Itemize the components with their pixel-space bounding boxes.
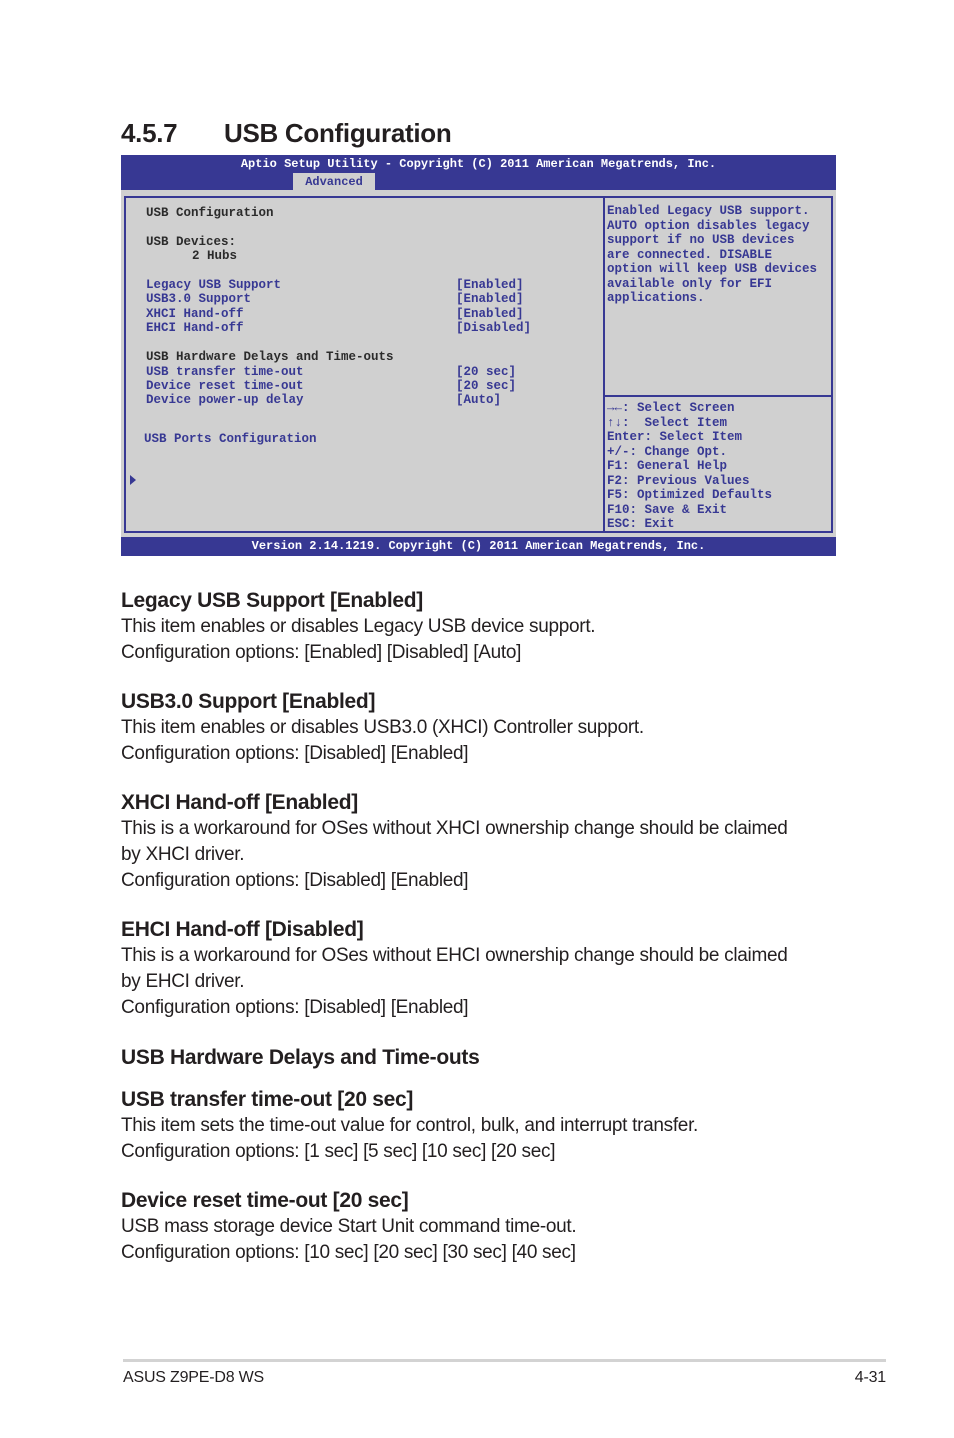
footer-page-number: 4-31 (854, 1369, 886, 1386)
doc-reset-timeout: Device reset time-out [20 sec] USB mass … (121, 1188, 841, 1266)
help-text: Enabled Legacy USB support. AUTO option … (607, 204, 831, 306)
doc-heading: EHCI Hand-off [Disabled] (121, 918, 364, 941)
footer-model: ASUS Z9PE-D8 WS (123, 1369, 265, 1386)
help-line: AUTO option disables legacy (607, 218, 810, 233)
doc-options: Configuration options: [Disabled] [Enabl… (121, 870, 469, 891)
setting-legacy-usb-support[interactable]: Legacy USB Support (146, 278, 281, 292)
doc-options: Configuration options: [Disabled] [Enabl… (121, 743, 469, 764)
help-line: Enabled Legacy USB support. (607, 204, 810, 218)
setting-usb-transfer-timeout[interactable]: USB transfer time-out (146, 365, 304, 379)
key-legend: →←: Select Screen ↑↓: Select Item Enter:… (607, 401, 831, 532)
setting-device-powerup-delay[interactable]: Device power-up delay (146, 393, 304, 407)
doc-text: USB mass storage device Start Unit comma… (121, 1216, 577, 1237)
doc-xhci: XHCI Hand-off [Enabled] This is a workar… (121, 790, 841, 894)
bios-main-frame: USB Configuration USB Devices: 2 Hubs Le… (124, 196, 833, 533)
key-enter: Enter: Select Item (607, 430, 743, 444)
bios-heading: USB Configuration (146, 206, 274, 220)
bios-title-bar: Aptio Setup Utility - Copyright (C) 2011… (121, 155, 836, 190)
help-divider (605, 395, 831, 397)
delays-heading: USB Hardware Delays and Time-outs (146, 350, 394, 364)
doc-text: This item enables or disables USB3.0 (XH… (121, 717, 644, 738)
section-title: 4.5.7 USB Configuration (121, 118, 452, 149)
key-esc: ESC: Exit (607, 517, 675, 531)
setting-device-reset-timeout[interactable]: Device reset time-out (146, 379, 304, 393)
usb-devices-value: 2 Hubs (192, 249, 238, 263)
section-number: 4.5.7 (121, 118, 178, 148)
setting-ehci-handoff[interactable]: EHCI Hand-off (146, 321, 244, 335)
doc-heading: USB Hardware Delays and Time-outs (121, 1046, 480, 1069)
setting-usb3-support[interactable]: USB3.0 Support (146, 292, 251, 306)
help-line: are connected. DISABLE (607, 247, 773, 262)
panel-divider (603, 198, 605, 531)
setting-xhci-handoff[interactable]: XHCI Hand-off (146, 307, 244, 321)
doc-text: by XHCI driver. (121, 844, 245, 865)
setting-usb3-support-value[interactable]: [Enabled] (456, 292, 524, 306)
setting-device-reset-timeout-value[interactable]: [20 sec] (456, 379, 516, 393)
doc-legacy-usb: Legacy USB Support [Enabled] This item e… (121, 588, 841, 666)
section-name: USB Configuration (224, 118, 452, 148)
key-f1: F1: General Help (607, 459, 728, 473)
setting-usb-transfer-timeout-value[interactable]: [20 sec] (456, 365, 516, 379)
key-select-screen: →←: Select Screen (607, 401, 735, 415)
doc-heading: USB transfer time-out [20 sec] (121, 1088, 414, 1111)
doc-heading: Device reset time-out [20 sec] (121, 1189, 409, 1212)
usb-devices-label: USB Devices: (146, 235, 237, 249)
submenu-usb-ports-configuration[interactable]: USB Ports Configuration (144, 432, 317, 446)
doc-text: by EHCI driver. (121, 971, 245, 992)
doc-transfer-timeout: USB transfer time-out [20 sec] This item… (121, 1087, 841, 1165)
doc-options: Configuration options: [Enabled] [Disabl… (121, 642, 522, 663)
setting-ehci-handoff-value[interactable]: [Disabled] (456, 321, 531, 335)
key-f10: F10: Save & Exit (607, 502, 728, 517)
doc-options: Configuration options: [Disabled] [Enabl… (121, 997, 469, 1018)
bios-version: Version 2.14.1219. Copyright (C) 2011 Am… (251, 539, 706, 553)
key-select-item: ↑↓: Select Item (607, 415, 728, 430)
help-line: available only for EFI (607, 276, 773, 291)
help-line: option will keep USB devices (607, 262, 818, 276)
doc-options: Configuration options: [10 sec] [20 sec]… (121, 1242, 576, 1263)
help-line: support if no USB devices (607, 233, 795, 247)
doc-delays: USB Hardware Delays and Time-outs (121, 1045, 841, 1071)
setting-xhci-handoff-value[interactable]: [Enabled] (456, 307, 524, 321)
doc-text: This is a workaround for OSes without EH… (121, 945, 788, 966)
doc-heading: Legacy USB Support [Enabled] (121, 589, 423, 612)
help-line: applications. (607, 291, 705, 305)
setting-legacy-usb-support-value[interactable]: [Enabled] (456, 278, 524, 292)
doc-heading: USB3.0 Support [Enabled] (121, 690, 376, 713)
key-f2: F2: Previous Values (607, 473, 750, 488)
footer-rule (123, 1359, 886, 1362)
key-f5: F5: Optimized Defaults (607, 488, 773, 502)
doc-ehci: EHCI Hand-off [Disabled] This is a worka… (121, 917, 841, 1021)
bios-screenshot: Aptio Setup Utility - Copyright (C) 2011… (121, 155, 836, 556)
doc-usb3: USB3.0 Support [Enabled] This item enabl… (121, 689, 841, 767)
tab-advanced[interactable]: Advanced (293, 173, 375, 190)
doc-text: This is a workaround for OSes without XH… (121, 818, 788, 839)
doc-text: This item sets the time-out value for co… (121, 1115, 699, 1136)
bios-version-bar: Version 2.14.1219. Copyright (C) 2011 Am… (121, 537, 836, 556)
submenu-arrow-icon (130, 475, 136, 485)
key-change-opt: +/-: Change Opt. (607, 444, 728, 459)
doc-heading: XHCI Hand-off [Enabled] (121, 791, 358, 814)
doc-text: This item enables or disables Legacy USB… (121, 616, 596, 637)
bios-title: Aptio Setup Utility - Copyright (C) 2011… (240, 157, 717, 171)
setting-device-powerup-delay-value[interactable]: [Auto] (456, 393, 501, 407)
doc-options: Configuration options: [1 sec] [5 sec] [… (121, 1141, 556, 1162)
